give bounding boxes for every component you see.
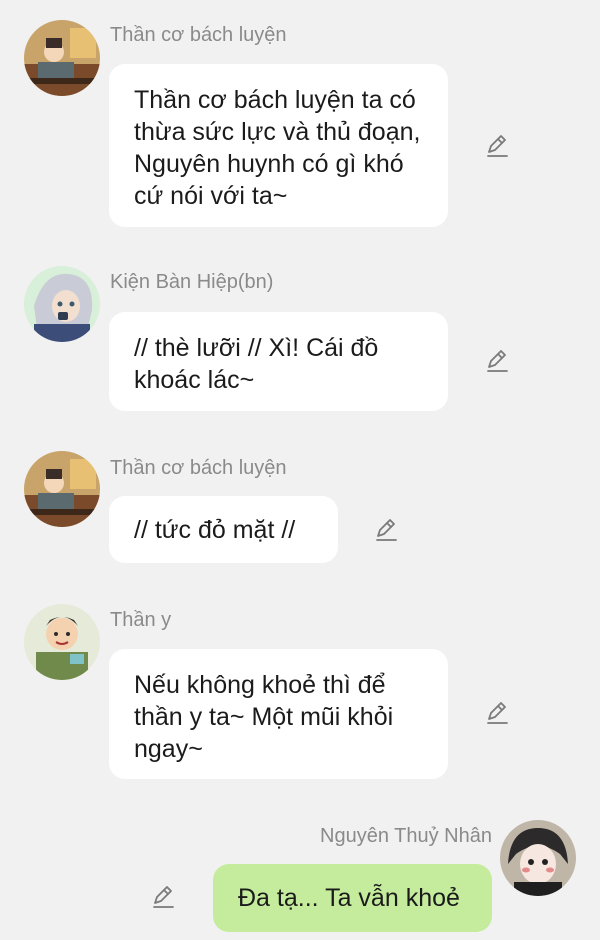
pencil-icon[interactable]: [484, 700, 510, 726]
avatar-than-co-bach-luyen[interactable]: [24, 451, 100, 527]
pencil-icon[interactable]: [484, 348, 510, 374]
pencil-icon[interactable]: [373, 517, 399, 543]
sender-name: Thần cơ bách luyện: [110, 24, 287, 46]
message-bubble[interactable]: // tức đỏ mặt //: [109, 496, 338, 563]
sender-name: Kiện Bàn Hiệp(bn): [110, 271, 274, 293]
avatar-kien-ban-hiep[interactable]: [24, 266, 100, 342]
anime-warrior-avatar-icon: [24, 20, 100, 96]
message-bubble[interactable]: Nếu không khoẻ thì để thần y ta~ Một mũi…: [109, 649, 448, 779]
dark-hair-avatar-icon: [500, 820, 576, 896]
message-bubble[interactable]: // thè lưỡi // Xì! Cái đồ khoác lác~: [109, 312, 448, 411]
sender-name: Thần y: [110, 609, 172, 631]
pencil-icon[interactable]: [484, 133, 510, 159]
message-bubble-self[interactable]: Đa tạ... Ta vẫn khoẻ: [213, 864, 492, 932]
anime-warrior-avatar-icon: [24, 451, 100, 527]
avatar-nguyen-thuy-nhan[interactable]: [500, 820, 576, 896]
avatar-than-y[interactable]: [24, 604, 100, 680]
avatar-than-co-bach-luyen[interactable]: [24, 20, 100, 96]
pencil-icon[interactable]: [150, 884, 176, 910]
silver-hair-avatar-icon: [24, 266, 100, 342]
sender-name: Nguyên Thuỷ Nhân: [320, 825, 492, 847]
message-bubble[interactable]: Thần cơ bách luyện ta có thừa sức lực và…: [109, 64, 448, 227]
sender-name: Thần cơ bách luyện: [110, 457, 287, 479]
healer-avatar-icon: [24, 604, 100, 680]
